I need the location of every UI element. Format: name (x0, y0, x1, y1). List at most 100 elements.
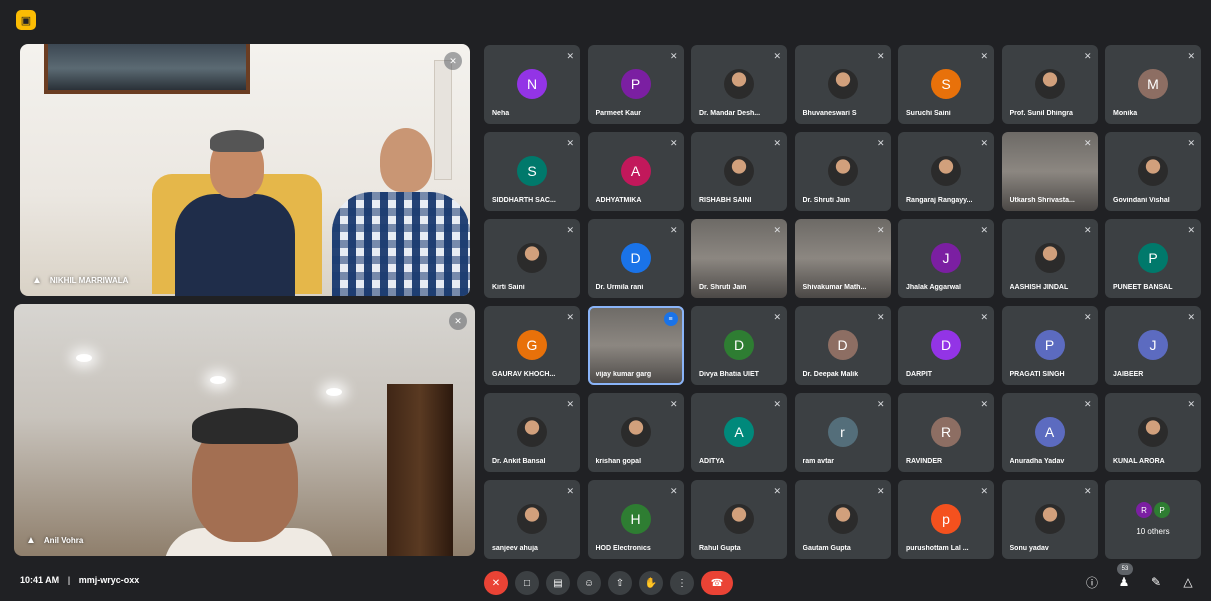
participant-tile[interactable]: ✕ Rahul Gupta (691, 480, 787, 559)
present-icon[interactable]: ⇧ (608, 571, 632, 595)
participant-tile[interactable]: ✕ J Jhalak Aggarwal (898, 219, 994, 298)
participant-tile[interactable]: ✕ Sonu yadav (1001, 480, 1098, 559)
presentation-off-icon[interactable]: ▣ (16, 10, 36, 30)
shirt-pattern (332, 192, 470, 296)
pin-icon: ▲ (32, 275, 42, 286)
participant-tile[interactable]: ✕ D Divya Bhatia UIET (691, 306, 787, 385)
participant-tile[interactable]: ✕ D DARPIT (898, 306, 994, 385)
participant-name: SIDDHARTH SAC... (492, 197, 556, 204)
participant-tile[interactable]: ✕ H HOD Electronics (587, 480, 684, 559)
participant-tile[interactable]: ✕ RISHABH SAINI (691, 132, 787, 211)
people-icon[interactable]: ♟ 53 (1115, 563, 1133, 591)
participant-tile[interactable]: ✕ Prof. Sunil Dhingra (1001, 45, 1098, 124)
participant-tile[interactable]: ✕ J JAIBEER (1105, 306, 1201, 385)
participant-tile[interactable]: ✕ S Suruchi Saini (898, 45, 994, 124)
mic-off-icon: ✕ (669, 225, 678, 235)
participant-name: sanjeev ahuja (492, 545, 538, 552)
participant-tile[interactable]: ✕ D Dr. Urmila rani (587, 219, 684, 298)
mic-off-icon: ✕ (449, 312, 467, 330)
avatar: J (1138, 330, 1168, 360)
participant-tile[interactable]: ✕ krishan gopal (587, 393, 684, 472)
participant-tile[interactable]: ✕ Shivakumar Math... (794, 219, 891, 298)
participant-tile[interactable]: ✕ A Anuradha Yadav (1001, 393, 1098, 472)
participant-tile[interactable]: ✕ Dr. Mandar Desh... (691, 45, 787, 124)
avatar: D (620, 243, 651, 273)
participant-tile[interactable]: ✕ Bhuvaneswari S (794, 45, 891, 124)
participant-name: ADHYATMIKA (595, 197, 642, 204)
pinned-video-anil[interactable]: ✕ ▲ Anil Vohra (14, 304, 475, 556)
participant-tile[interactable]: ✕ Govindani Vishal (1105, 132, 1201, 211)
avatar (827, 504, 858, 534)
mic-off-icon: ✕ (876, 399, 885, 409)
participant-tile[interactable]: ✕ S SIDDHARTH SAC... (484, 132, 580, 211)
participant-tile[interactable]: ✕ A ADITYA (691, 393, 787, 472)
mic-off-icon: ✕ (980, 312, 988, 322)
mic-off-icon: ✕ (876, 138, 885, 148)
participant-tile[interactable]: ✕ KUNAL ARORA (1105, 393, 1201, 472)
person-hair (210, 130, 264, 152)
info-icon[interactable]: ⓘ (1083, 573, 1101, 591)
pinned-video-nikhil[interactable]: ✕ ▲ NIKHIL MARRIWALA (20, 44, 470, 296)
participant-name: Kirti Saini (492, 284, 525, 291)
activities-icon[interactable]: △ (1179, 573, 1197, 591)
avatar: P (1138, 243, 1168, 273)
end-call-icon[interactable]: ☎ (701, 571, 733, 595)
people-count-badge: 53 (1117, 563, 1133, 575)
participant-name: HOD Electronics (595, 545, 651, 552)
participant-tile[interactable]: ✕ sanjeev ahuja (484, 480, 580, 559)
chat-icon[interactable]: ✎ (1147, 573, 1165, 591)
participant-tile[interactable]: ✕ M Monika (1105, 45, 1201, 124)
raise-hand-icon[interactable]: ✋ (639, 571, 663, 595)
mic-off-icon: ✕ (980, 138, 988, 148)
participant-name: Dr. Shruti Jain (699, 284, 747, 291)
participant-tile[interactable]: ✕ Dr. Shruti Jain (691, 219, 787, 298)
participant-name: DARPIT (906, 371, 933, 378)
avatar: P (1154, 502, 1170, 518)
participant-tile[interactable]: ✕ R RAVINDER (898, 393, 994, 472)
avatar (724, 69, 754, 99)
participant-tile[interactable]: ✕ P PRAGATI SINGH (1001, 306, 1098, 385)
captions-icon[interactable]: ▤ (546, 571, 570, 595)
others-tile[interactable]: R P 10 others (1105, 480, 1201, 559)
mic-off-icon: ✕ (669, 399, 678, 409)
others-label: 10 others (1136, 527, 1170, 536)
participant-tile[interactable]: ✕ G GAURAV KHOCH... (484, 306, 580, 385)
mic-off-icon[interactable]: ✕ (484, 571, 508, 595)
avatar: D (931, 330, 961, 360)
mic-off-icon: ✕ (1083, 312, 1092, 322)
participant-name: RAVINDER (906, 458, 943, 465)
participant-name: Parmeet Kaur (595, 110, 642, 117)
meeting-info: 10:41 AM | mmj-wryc-oxx (20, 575, 139, 585)
participant-tile[interactable]: ≡ vijay kumar garg (587, 306, 684, 385)
participant-tile[interactable]: ✕ N Neha (484, 45, 580, 124)
participant-tile[interactable]: ✕ P Parmeet Kaur (587, 45, 684, 124)
meet-window: ▣ ✕ ▲ NIKHIL MARRIWALA ✕ ▲ Anil Vohra ✕ N… (0, 0, 1211, 601)
mic-off-icon: ✕ (980, 225, 988, 235)
participant-tile[interactable]: ✕ Gautam Gupta (794, 480, 891, 559)
mic-off-icon: ✕ (980, 486, 988, 496)
participant-name: ADITYA (699, 458, 725, 465)
participant-tile[interactable]: ✕ Dr. Ankit Bansal (484, 393, 580, 472)
participant-tile[interactable]: ✕ p purushottam Lal ... (898, 480, 994, 559)
participant-tile[interactable]: ✕ D Dr. Deepak Malik (794, 306, 891, 385)
participant-tile[interactable]: ✕ Utkarsh Shrivasta... (1001, 132, 1098, 211)
avatar: M (1138, 69, 1168, 99)
participant-tile[interactable]: ✕ A ADHYATMIKA (587, 132, 684, 211)
mic-off-icon: ✕ (1083, 486, 1092, 496)
participant-tile[interactable]: ✕ Kirti Saini (484, 219, 580, 298)
participant-tile[interactable]: ✕ AASHISH JINDAL (1001, 219, 1098, 298)
participant-tile[interactable]: ✕ Rangaraj Rangayy... (898, 132, 994, 211)
participant-name: JAIBEER (1113, 371, 1144, 378)
avatar (1034, 69, 1065, 99)
participant-name: Dr. Ankit Bansal (492, 458, 546, 465)
avatar: r (827, 417, 858, 447)
more-vert-icon[interactable]: ⋮ (670, 571, 694, 595)
participant-tile[interactable]: ✕ Dr. Shruti Jain (794, 132, 891, 211)
mic-off-icon: ✕ (773, 399, 781, 409)
participant-tile[interactable]: ✕ P PUNEET BANSAL (1105, 219, 1201, 298)
emoji-icon[interactable]: ☺ (577, 571, 601, 595)
participant-name: Rahul Gupta (699, 545, 741, 552)
camera-icon[interactable]: □ (515, 571, 539, 595)
mic-off-icon: ✕ (773, 486, 781, 496)
participant-tile[interactable]: ✕ r ram avtar (794, 393, 891, 472)
